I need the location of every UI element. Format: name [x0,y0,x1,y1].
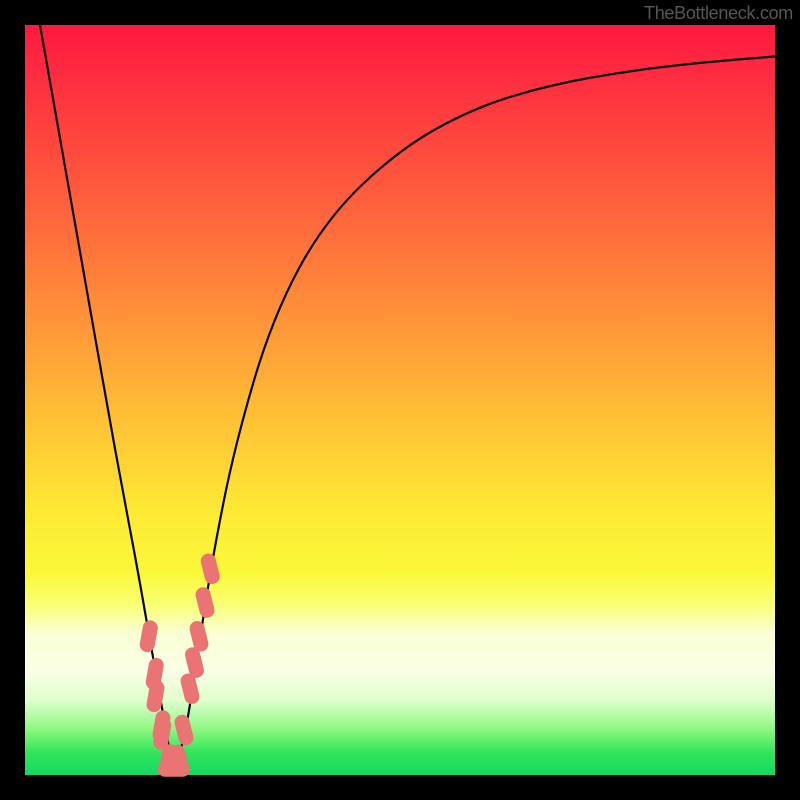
curve-marker [168,763,190,777]
plot-area [25,25,775,775]
curve-marker [173,713,195,747]
attribution-text: TheBottleneck.com [644,3,793,24]
bottleneck-curve [40,25,775,764]
curve-marker [194,586,216,620]
curve-marker [199,552,221,586]
chart-container: TheBottleneck.com [0,0,800,800]
curve-marker [139,619,159,653]
chart-svg [25,25,775,775]
